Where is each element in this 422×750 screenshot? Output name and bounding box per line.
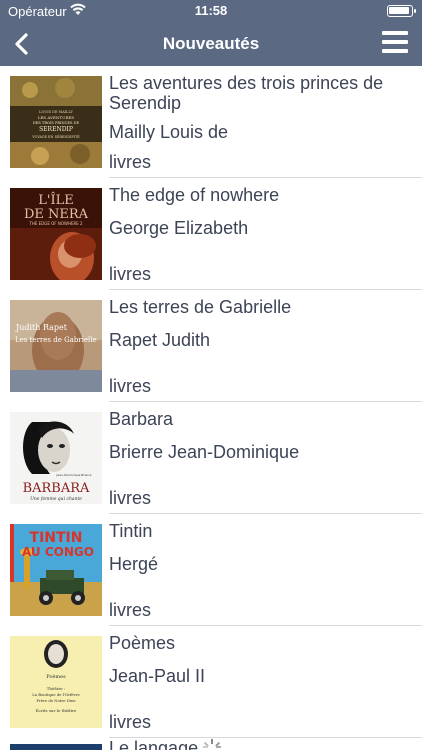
- book-title: Le langage: [109, 738, 199, 750]
- book-row[interactable]: TINTIN AU CONGO Tintin Hergé livres: [0, 514, 422, 626]
- book-type: livres: [109, 152, 152, 172]
- cover-text: La Boutique de l'Orfèvre: [32, 692, 80, 697]
- cover-text: SERENDIP: [39, 126, 73, 133]
- book-row[interactable]: Poèmes Théâtre : La Boutique de l'Orfèvr…: [0, 626, 422, 738]
- book-type: livres: [109, 376, 152, 396]
- cover-text: Une femme qui chante: [30, 496, 82, 502]
- book-row[interactable]: Jean-Dominique Brierre BARBARA Une femme…: [0, 402, 422, 514]
- cover-text: Les terres de Gabrielle: [15, 336, 97, 344]
- menu-button[interactable]: [382, 31, 408, 55]
- cover-text: Jean-Dominique Brierre: [56, 473, 92, 477]
- cover-text: AU CONGO: [22, 545, 94, 559]
- hamburger-menu-icon: [382, 31, 408, 35]
- cover-text: LOUIS DE MAILLY: [39, 110, 73, 114]
- cover-text: VOYAGE EN SÉRENDIPITÉ: [31, 134, 80, 139]
- book-author: Rapet Judith: [109, 330, 211, 350]
- book-type: livres: [109, 712, 152, 732]
- cover-text: TINTIN: [30, 530, 83, 546]
- cover-text: Écrits sur le théâtre: [36, 708, 77, 713]
- book-cover-serendip: LOUIS DE MAILLY LES AVENTURES DES TROIS …: [10, 76, 102, 168]
- book-author: Hergé: [109, 554, 159, 574]
- book-title: The edge of nowhere: [109, 185, 280, 205]
- book-author: George Elizabeth: [109, 218, 249, 238]
- books-list: LOUIS DE MAILLY LES AVENTURES DES TROIS …: [0, 66, 422, 738]
- book-cover-poemes: Poèmes Théâtre : La Boutique de l'Orfèvr…: [10, 636, 102, 728]
- book-title: Barbara: [109, 409, 174, 429]
- book-type: livres: [109, 264, 152, 284]
- book-type: livres: [109, 600, 152, 620]
- book-title: Les aventures des trois princes de Seren…: [109, 73, 384, 113]
- book-cover-tintin: TINTIN AU CONGO: [10, 524, 102, 616]
- book-title: Les terres de Gabrielle: [109, 297, 292, 317]
- cover-text: DES TROIS PRINCES DE: [33, 121, 80, 125]
- book-title: Tintin: [109, 521, 153, 541]
- cover-text: DE NERA: [24, 207, 89, 222]
- cover-text: Judith Rapet: [15, 323, 68, 332]
- book-author: Jean-Paul II: [109, 666, 206, 686]
- hamburger-line: [382, 49, 408, 53]
- book-type: livres: [109, 488, 152, 508]
- cover-text: Théâtre :: [47, 686, 66, 691]
- cover-text: Poèmes: [46, 673, 66, 680]
- book-row[interactable]: L'ÎLE DE NERA THE EDGE OF NOWHERE 2 The …: [0, 178, 422, 290]
- clock: 11:58: [194, 3, 228, 18]
- book-author: Mailly Louis de: [109, 122, 229, 142]
- navigation-bar: Nouveautés: [0, 22, 422, 66]
- cover-text: LES AVENTURES: [38, 115, 75, 120]
- cover-text: Frère de Notre Dieu: [36, 698, 76, 703]
- cover-text: THE EDGE OF NOWHERE 2: [28, 221, 83, 226]
- book-cover-gabrielle: Judith Rapet Les terres de Gabrielle: [10, 300, 102, 392]
- book-author: Brierre Jean-Dominique: [109, 442, 300, 462]
- book-cover-nera: L'ÎLE DE NERA THE EDGE OF NOWHERE 2: [10, 188, 102, 280]
- hamburger-line: [382, 40, 408, 44]
- book-cover-barbara: Jean-Dominique Brierre BARBARA Une femme…: [10, 412, 102, 504]
- cover-text: L'ÎLE: [38, 192, 73, 208]
- book-cover-partial: [10, 744, 102, 750]
- loading-spinner-icon: [202, 738, 222, 750]
- page-title: Nouveautés: [162, 34, 260, 53]
- book-row[interactable]: LOUIS DE MAILLY LES AVENTURES DES TROIS …: [0, 66, 422, 178]
- cover-text: BARBARA: [23, 481, 90, 496]
- book-title: Poèmes: [109, 633, 176, 653]
- battery-icon: [387, 5, 416, 17]
- status-bar: Opérateur 11:58: [0, 0, 422, 22]
- book-row[interactable]: Judith Rapet Les terres de Gabrielle Les…: [0, 290, 422, 402]
